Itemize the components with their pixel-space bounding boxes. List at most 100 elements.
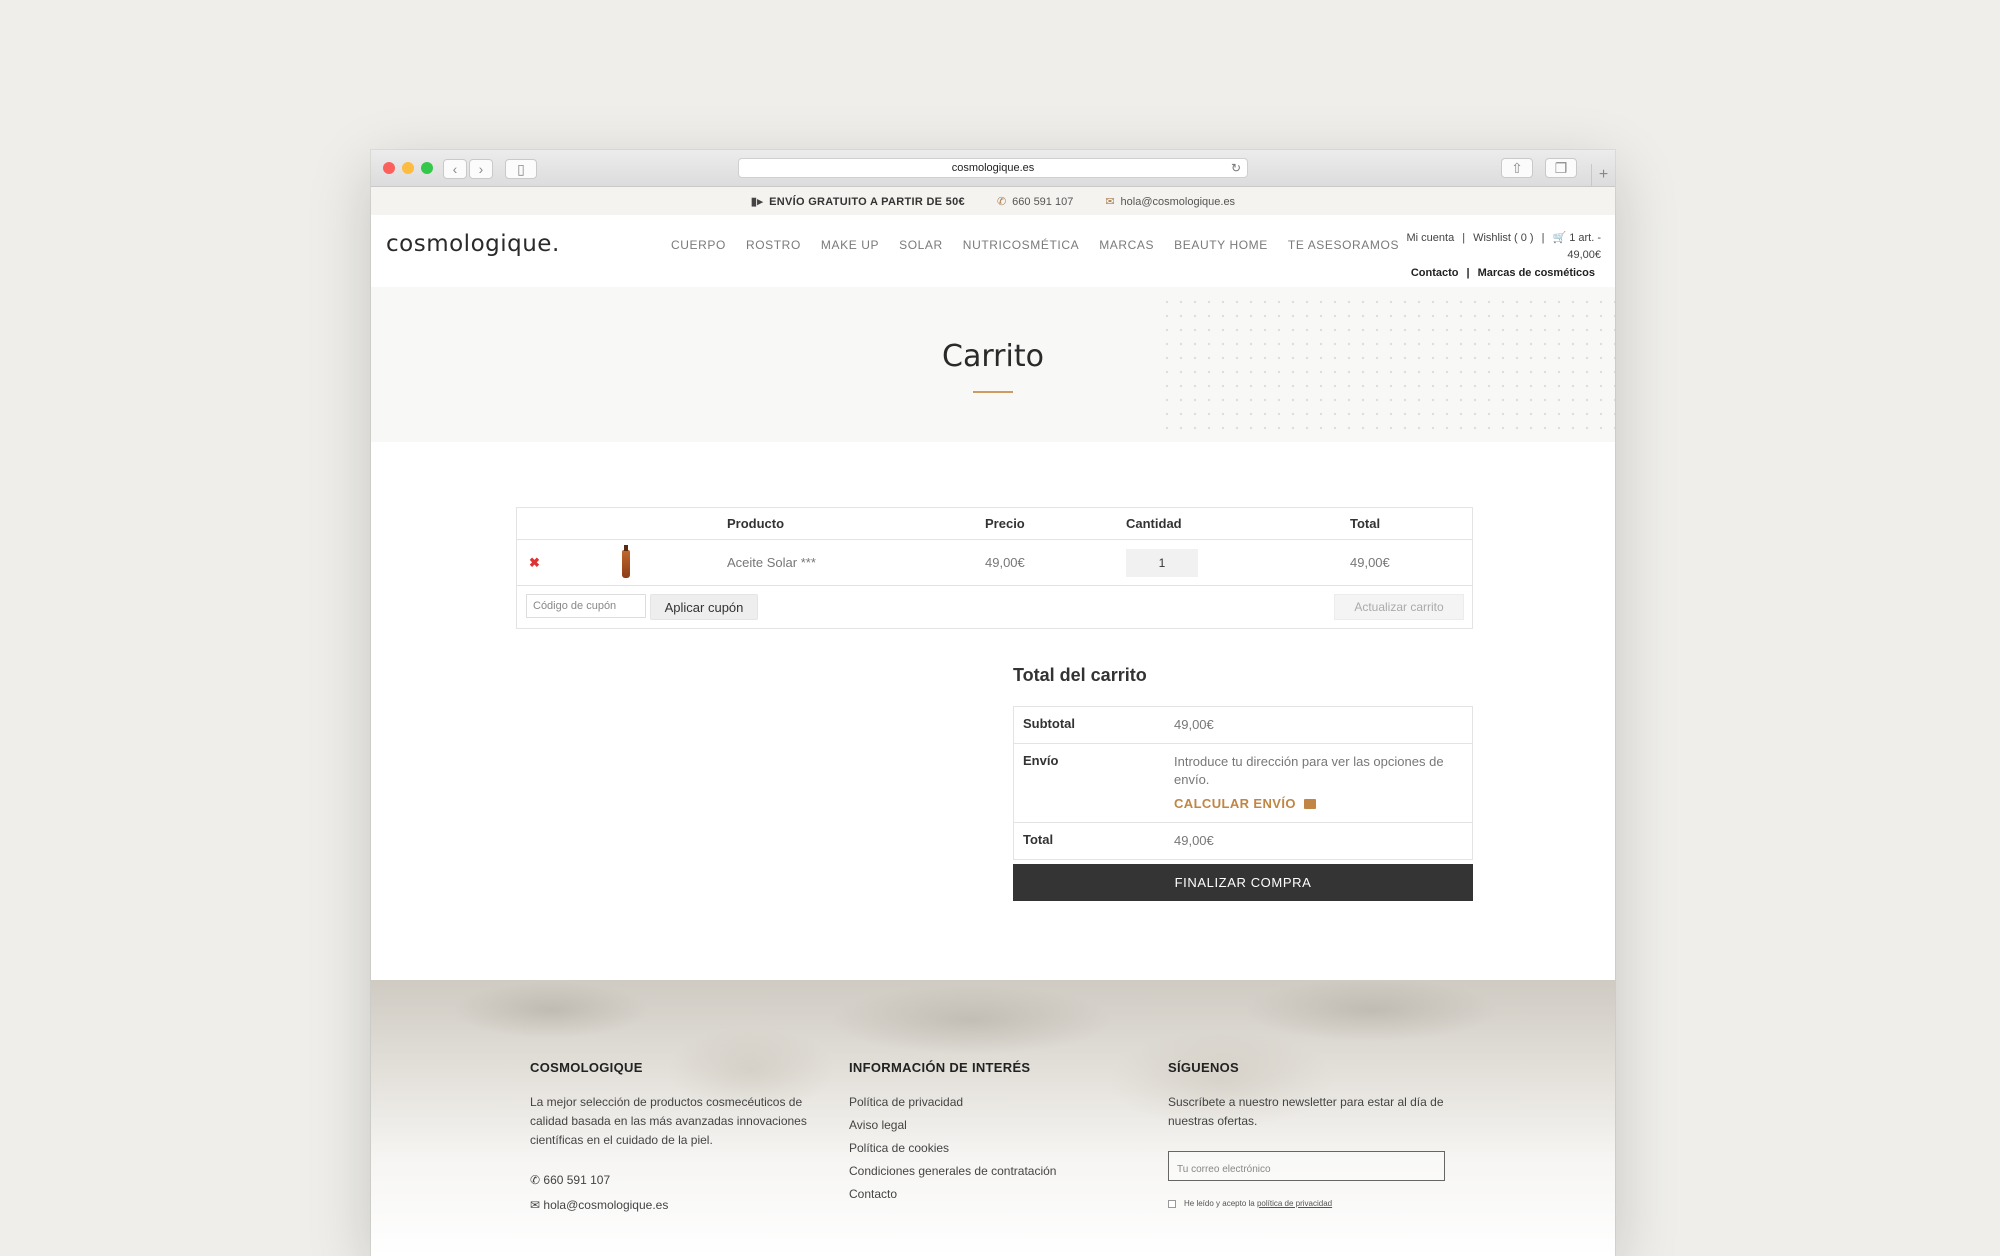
total-row: Total 49,00€ [1014,823,1472,859]
phone-icon: ✆ [530,1173,541,1187]
consent-text: He leído y acepto la [1184,1199,1255,1208]
share-button[interactable]: ⇧ [1501,158,1533,178]
browser-window: ‹ › ▯ cosmologique.es ↻ ⇧ ❐ + ▮▸ ENVÍO GR… [371,150,1615,1256]
tabs-icon: ❐ [1554,159,1568,176]
header-total: Total [1350,516,1381,531]
total-label: Total [1023,832,1054,847]
my-account-link[interactable]: Mi cuenta [1407,232,1455,244]
user-links: Mi cuenta | Wishlist ( 0 ) | 🛒 1 art. - [1406,232,1601,244]
tab-overview-button[interactable]: ❐ [1545,158,1577,178]
shipping-note: Introduce tu dirección para ver las opci… [1174,754,1444,787]
truck-icon [1303,799,1316,809]
product-price: 49,00€ [985,555,1025,570]
top-email[interactable]: ✉ hola@cosmologique.es [1105,195,1235,208]
footer-info: INFORMACIÓN DE INTERÉS Política de priva… [849,1058,1129,1208]
cart-table: Producto Precio Cantidad Total ✖ Aceite … [516,507,1473,629]
footer-newsletter-title: SÍGUENOS [1168,1060,1240,1075]
footer-link-privacy[interactable]: Política de privacidad [849,1093,1129,1112]
contact-link[interactable]: Contacto [1411,267,1459,279]
table-row: ✖ Aceite Solar *** 49,00€ 1 49,00€ [517,540,1472,586]
mini-cart-summary[interactable]: 1 art. - [1569,232,1601,244]
address-bar[interactable]: cosmologique.es ↻ [738,158,1248,178]
quantity-input[interactable]: 1 [1126,548,1198,577]
cart-totals-table: Subtotal 49,00€ Envío Introduce tu direc… [1013,706,1473,860]
footer-about-text: La mejor selección de productos cosmecéu… [530,1095,807,1147]
menu-item-make-up[interactable]: MAKE UP [821,238,879,252]
envelope-icon: ✉ [530,1198,541,1212]
subtotal-value: 49,00€ [1174,717,1214,732]
maximize-window-button[interactable] [421,162,433,174]
total-value: 49,00€ [1174,833,1214,848]
mini-cart-total[interactable]: 49,00€ [1567,249,1601,261]
footer-link-legal[interactable]: Aviso legal [849,1116,1129,1135]
menu-item-solar[interactable]: SOLAR [899,238,943,252]
coupon-row: Código de cupón Aplicar cupón Actualizar… [517,586,1472,628]
page-title: Carrito [942,339,1044,374]
footer-link-contact[interactable]: Contacto [849,1185,1129,1204]
menu-item-cuerpo[interactable]: CUERPO [671,238,726,252]
subtotal-row: Subtotal 49,00€ [1014,707,1472,744]
footer-email[interactable]: ✉ hola@cosmologique.es [530,1196,810,1215]
sidebar-toggle-button[interactable]: ▯ [505,159,537,179]
brands-link[interactable]: Marcas de cosméticos [1478,267,1595,279]
main-menu: CUERPO ROSTRO MAKE UP SOLAR NUTRICOSMÉTI… [671,238,1399,252]
footer-about-title: COSMOLOGIQUE [530,1060,643,1075]
checkout-button[interactable]: FINALIZAR COMPRA [1013,864,1473,901]
forward-button[interactable]: › [469,159,493,179]
site-header: cosmologique. CUERPO ROSTRO MAKE UP SOLA… [371,215,1615,287]
footer-info-title: INFORMACIÓN DE INTERÉS [849,1060,1031,1075]
privacy-policy-link[interactable]: política de privacidad [1257,1199,1332,1208]
cart-icon[interactable]: 🛒 [1552,232,1566,244]
footer-phone[interactable]: ✆ 660 591 107 [530,1171,810,1190]
chevron-right-icon: › [478,161,484,177]
menu-item-nutricosmetica[interactable]: NUTRICOSMÉTICA [963,238,1079,252]
newsletter-email-input[interactable]: Tu correo electrónico [1168,1151,1445,1181]
shipping-label: Envío [1023,753,1059,768]
site-footer: COSMOLOGIQUE La mejor selección de produ… [371,980,1615,1256]
chevron-left-icon: ‹ [452,161,458,177]
top-phone[interactable]: ✆ 660 591 107 [997,195,1073,208]
free-shipping-notice: ▮▸ ENVÍO GRATUITO A PARTIR DE 50€ [750,195,965,208]
cart-totals-title: Total del carrito [1013,665,1147,685]
product-subtotal: 49,00€ [1350,555,1390,570]
apply-coupon-button[interactable]: Aplicar cupón [650,594,758,620]
top-info-bar: ▮▸ ENVÍO GRATUITO A PARTIR DE 50€ ✆ 660 59… [371,187,1615,215]
menu-item-beauty-home[interactable]: BEAUTY HOME [1174,238,1268,252]
footer-about: COSMOLOGIQUE La mejor selección de produ… [530,1058,810,1215]
subtotal-label: Subtotal [1023,716,1075,731]
coupon-code-input[interactable]: Código de cupón [526,594,646,618]
menu-item-te-asesoramos[interactable]: TE ASESORAMOS [1288,238,1399,252]
new-tab-button[interactable]: + [1591,164,1615,186]
footer-newsletter-text: Suscríbete a nuestro newsletter para est… [1168,1095,1444,1128]
site-logo[interactable]: cosmologique. [386,231,560,257]
phone-icon: ✆ [996,195,1007,208]
envelope-icon: ✉ [1105,195,1115,208]
update-cart-button[interactable]: Actualizar carrito [1334,594,1464,620]
privacy-consent: He leído y acepto la política de privaci… [1168,1194,1458,1213]
footer-link-cookies[interactable]: Política de cookies [849,1139,1129,1158]
browser-toolbar: ‹ › ▯ cosmologique.es ↻ ⇧ ❐ + [371,150,1615,187]
header-product: Producto [727,516,785,531]
back-button[interactable]: ‹ [443,159,467,179]
footer-newsletter: SÍGUENOS Suscríbete a nuestro newsletter… [1168,1058,1458,1213]
url-text: cosmologique.es [951,162,1035,174]
sidebar-icon: ▯ [517,160,525,177]
product-name[interactable]: Aceite Solar *** [727,555,985,570]
header-price: Precio [985,516,1025,531]
secondary-links: Contacto | Marcas de cosméticos [1410,267,1595,279]
privacy-checkbox[interactable] [1168,1199,1176,1208]
truck-icon: ▮▸ [750,195,764,208]
reload-icon[interactable]: ↻ [1231,161,1241,175]
minimize-window-button[interactable] [402,162,414,174]
remove-item-icon[interactable]: ✖ [517,555,540,571]
menu-item-rostro[interactable]: ROSTRO [746,238,801,252]
window-controls [383,162,433,174]
close-window-button[interactable] [383,162,395,174]
wishlist-link[interactable]: Wishlist ( 0 ) [1473,232,1534,244]
menu-item-marcas[interactable]: MARCAS [1099,238,1154,252]
footer-link-conditions[interactable]: Condiciones generales de contratación [849,1162,1129,1181]
plus-icon: + [1598,166,1609,183]
product-thumbnail[interactable] [622,544,630,578]
calculate-shipping-link[interactable]: CALCULAR ENVÍO [1174,795,1472,813]
title-underline [973,391,1013,393]
